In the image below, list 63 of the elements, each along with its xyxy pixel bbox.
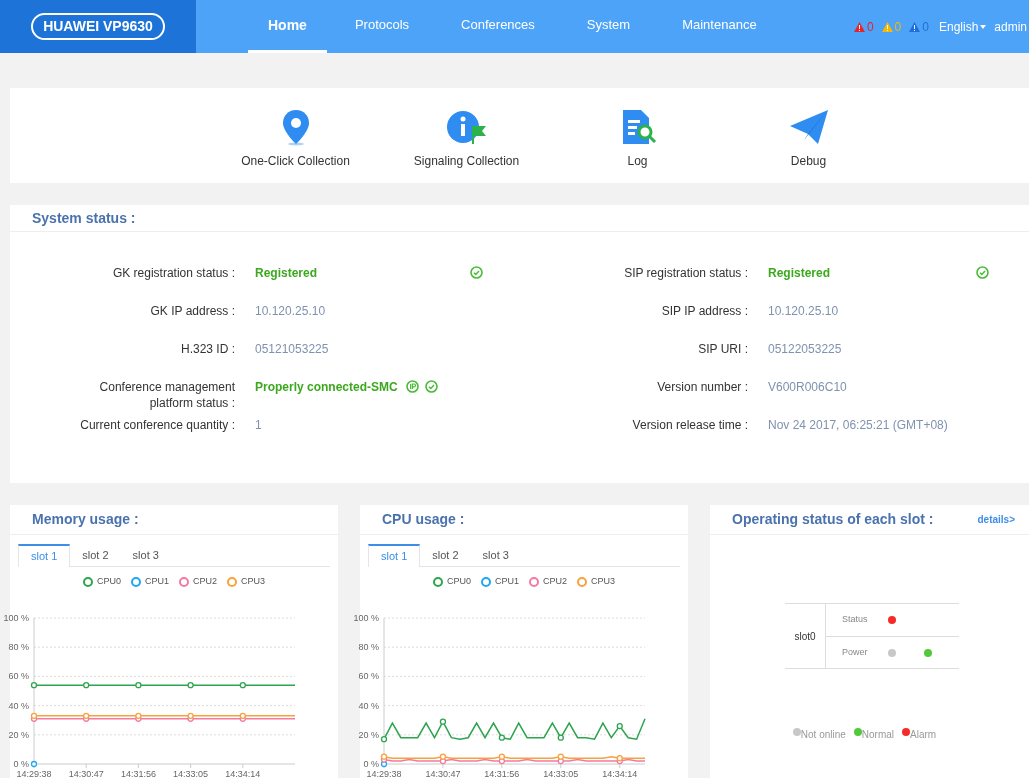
field-value: 05122053225	[768, 341, 842, 357]
panel-title: CPU usage :	[382, 510, 465, 529]
field-label: SIP URI :	[697, 341, 748, 357]
legend-label: CPU0	[96, 575, 121, 589]
field-label: Version release time :	[631, 417, 748, 433]
legend-label: CPU1	[145, 575, 169, 589]
y-axis-label: 40 %	[358, 700, 379, 711]
field-label: GK IP address :	[149, 303, 235, 319]
legend-label: Alarm	[910, 728, 937, 742]
y-axis-label: 20 %	[358, 729, 379, 740]
y-axis-label: 60 %	[8, 671, 29, 682]
y-axis-label: 0 %	[13, 759, 29, 769]
x-axis-label: 14:33:05	[543, 769, 579, 778]
legend-label: Normal	[861, 728, 895, 742]
x-axis-label: 14:31:56	[484, 769, 520, 778]
legend-label: CPU0	[446, 575, 471, 589]
x-axis-label: 14:34:14	[602, 769, 638, 778]
x-axis-label: 14:31:56	[120, 769, 156, 778]
y-axis-label: 80 %	[8, 642, 29, 653]
legend-label: CPU3	[591, 575, 616, 589]
y-axis-label: 80 %	[358, 642, 379, 653]
field-value: 10.120.25.10	[768, 303, 839, 319]
field-label: SIP IP address :	[660, 303, 748, 319]
field-label: SIP registration status :	[623, 265, 748, 281]
alert-count: 0	[866, 18, 874, 36]
field-label: Current conference quantity :	[79, 417, 235, 433]
y-axis-label: 60 %	[358, 671, 379, 682]
panel-title: Operating status of each slot :	[732, 510, 934, 529]
slot-label: slot0	[794, 629, 816, 644]
logo: HUAWEI VP9630	[31, 13, 165, 40]
field-value: 10.120.25.10	[255, 303, 326, 319]
field-value: Properly connected-SMC	[255, 379, 398, 395]
field-value: Registered	[768, 265, 831, 281]
x-axis-label: 14:30:47	[68, 769, 104, 778]
x-axis-label: 14:29:38	[16, 769, 52, 778]
alert-count: 0	[894, 18, 902, 36]
legend-label: Not online	[800, 728, 846, 742]
y-axis-label: 40 %	[8, 700, 29, 711]
field-value: V600R006C10	[768, 379, 847, 395]
section-title: System status :	[32, 208, 136, 228]
y-axis-label: 20 %	[8, 729, 29, 740]
field-value: Registered	[255, 265, 318, 281]
row-label: Status	[842, 613, 869, 627]
y-axis-label: 100 %	[353, 613, 379, 623]
field-label: GK registration status :	[111, 265, 235, 281]
legend-label: CPU2	[193, 575, 217, 589]
y-axis-label: 0 %	[363, 759, 379, 769]
field-label: Conference management platform status :	[98, 379, 235, 411]
legend-label: CPU2	[543, 575, 567, 589]
panel-title: Memory usage :	[32, 510, 139, 529]
y-axis-label: 100 %	[3, 613, 29, 623]
x-axis-label: 14:30:47	[425, 769, 461, 778]
field-value: Nov 24 2017, 06:25:21 (GMT+08)	[768, 417, 948, 433]
x-axis-label: 14:29:38	[366, 769, 402, 778]
row-label: Power	[842, 645, 869, 659]
legend-label: CPU3	[241, 575, 266, 589]
legend-label: CPU1	[495, 575, 519, 589]
x-axis-label: 14:33:05	[173, 769, 209, 778]
field-label: H.323 ID :	[179, 341, 235, 357]
field-value: 05121053225	[255, 341, 329, 357]
field-value: 1	[255, 417, 262, 433]
field-label: Version number :	[656, 379, 748, 395]
x-axis-label: 14:34:14	[225, 769, 261, 778]
